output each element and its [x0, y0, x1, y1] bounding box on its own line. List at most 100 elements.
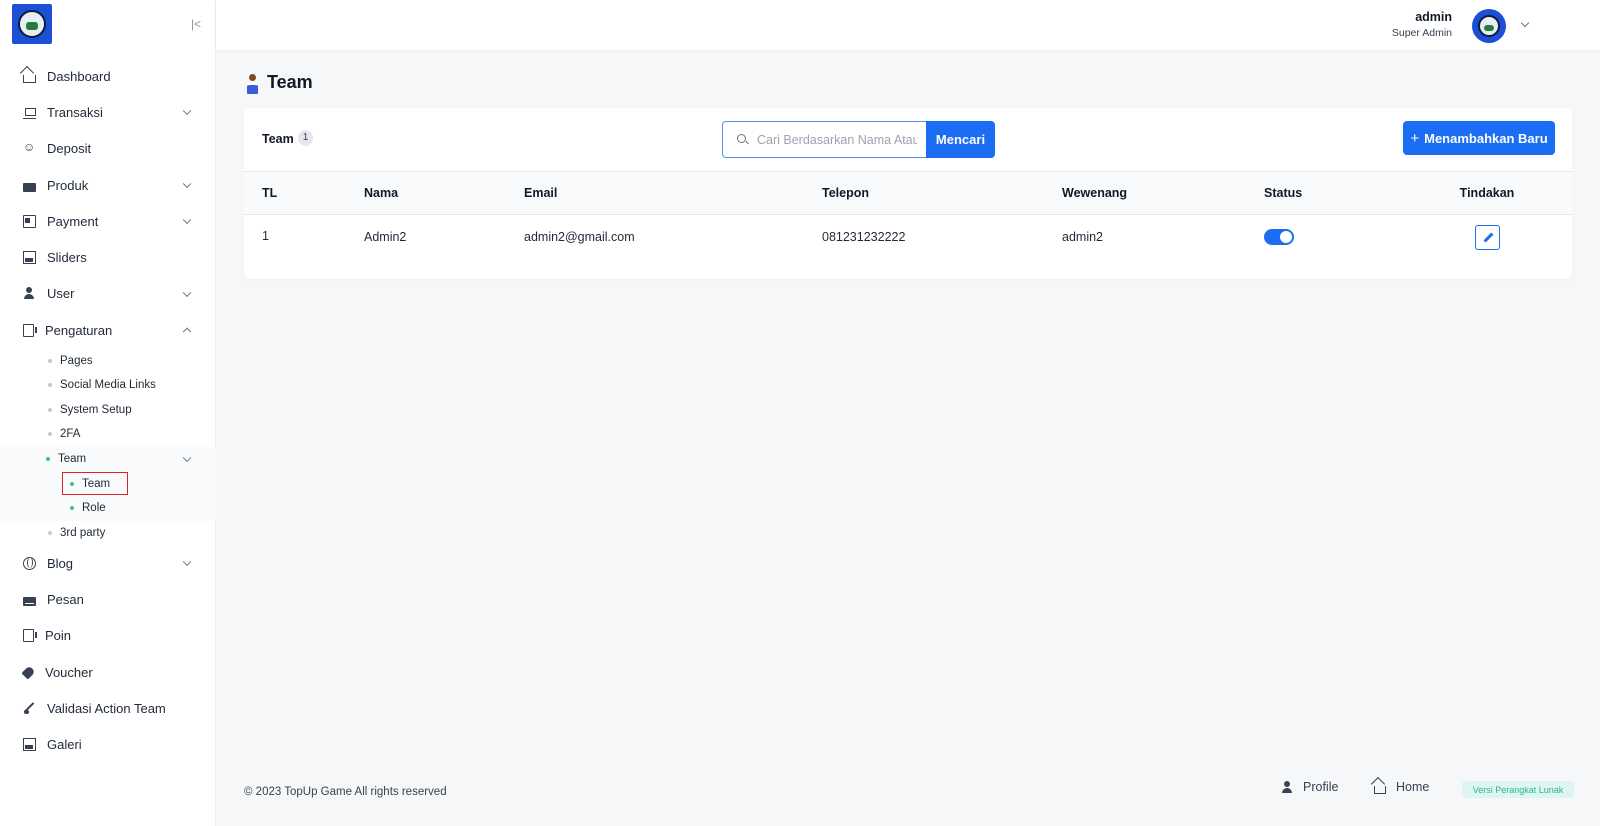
- mail-icon: [23, 597, 36, 607]
- sidebar-item-validasi-action-team[interactable]: Validasi Action Team: [0, 690, 216, 726]
- sidebar-item-label: Dashboard: [47, 68, 111, 84]
- footer-profile-label: Profile: [1303, 780, 1339, 794]
- column-header-status: Status: [1264, 185, 1303, 200]
- cell-nama: Admin2: [364, 230, 407, 245]
- sidebar-item-poin[interactable]: Poin: [0, 618, 216, 654]
- search-button[interactable]: Mencari: [926, 121, 995, 158]
- chevron-down-icon: [182, 215, 192, 225]
- card-header: Team 1 Mencari + Menambahkan Baru: [244, 108, 1572, 172]
- status-toggle[interactable]: [1264, 229, 1294, 246]
- cell-status: [1264, 214, 1452, 260]
- chevron-down-icon: [182, 557, 192, 567]
- bullet-icon: [48, 358, 52, 363]
- sidebar-item-galeri[interactable]: Galeri: [0, 727, 216, 763]
- app-logo[interactable]: [12, 4, 52, 44]
- collapse-left-icon[interactable]: |<: [188, 16, 204, 32]
- sidebar-item-produk[interactable]: Produk: [0, 167, 216, 203]
- sidebar-subitem-2fa[interactable]: 2FA: [0, 422, 216, 447]
- avatar[interactable]: [1472, 9, 1506, 43]
- bullet-icon: [48, 432, 52, 437]
- user-role: Super Admin: [1391, 27, 1452, 39]
- chevron-down-icon: [182, 179, 192, 189]
- sidebar-subitem-label: 3rd party: [60, 526, 106, 539]
- sidebar-item-label: User: [47, 286, 75, 302]
- footer-profile-link[interactable]: Profile: [1281, 780, 1338, 794]
- sidebar-item-label: Validasi Action Team: [47, 700, 166, 716]
- column-header-email: Email: [524, 185, 558, 200]
- team-card: Team 1 Mencari + Menambahkan Baru TL Nam…: [244, 108, 1572, 279]
- globe-icon: [23, 556, 36, 570]
- bullet-icon: [70, 506, 74, 511]
- count-badge: 1: [298, 130, 313, 146]
- chevron-down-icon[interactable]: [1520, 18, 1530, 28]
- column-header-tl: TL: [262, 185, 278, 200]
- card-icon: [23, 214, 36, 228]
- sidebar-item-transaksi[interactable]: Transaksi: [0, 94, 216, 130]
- search-input[interactable]: [757, 131, 917, 149]
- points-icon: [23, 629, 37, 643]
- sidebar-item-label: Deposit: [47, 141, 92, 157]
- column-header-wewenang: Wewenang: [1062, 185, 1128, 200]
- add-new-label: Menambahkan Baru: [1424, 130, 1548, 146]
- sidebar-item-payment[interactable]: Payment: [0, 203, 216, 239]
- sidebar-item-label: Poin: [45, 628, 72, 644]
- sidebar-subitem-label: System Setup: [60, 403, 132, 416]
- deposit-icon: [23, 140, 36, 155]
- sidebar-subitem-label: Team: [58, 453, 87, 466]
- sidebar-subitem-pages[interactable]: Pages: [0, 348, 216, 373]
- table-row: 1 Admin2 admin2@gmail.com 081231232222 a…: [244, 214, 1572, 260]
- cell-tindakan: [1452, 214, 1572, 260]
- sidebar-subitem-social-media-links[interactable]: Social Media Links: [0, 373, 216, 398]
- user-icon: [1281, 781, 1293, 793]
- store-icon: [23, 182, 36, 192]
- sidebar-subitem-label: Pages: [60, 354, 93, 367]
- sidebar-item-deposit[interactable]: Deposit: [0, 131, 216, 167]
- sidebar-subitem-label: 2FA: [60, 428, 81, 441]
- chevron-down-icon: [182, 106, 192, 116]
- sidebar-subsubitem-team[interactable]: Team: [0, 471, 216, 496]
- sidebar-subsubitem-role[interactable]: Role: [0, 495, 216, 521]
- user-icon: [23, 287, 36, 300]
- team-person-icon: [246, 73, 258, 94]
- add-new-button[interactable]: + Menambahkan Baru: [1403, 121, 1555, 155]
- sidebar-item-sliders[interactable]: Sliders: [0, 239, 216, 275]
- sidebar-item-label: Pengaturan: [45, 322, 113, 338]
- sidebar-item-pesan[interactable]: Pesan: [0, 581, 216, 617]
- sidebar-subitem-3rd-party[interactable]: 3rd party: [0, 521, 216, 546]
- sidebar-item-label: Payment: [47, 213, 99, 229]
- edit-button[interactable]: [1474, 224, 1500, 250]
- cell-telepon: 081231232222: [822, 230, 906, 245]
- sidebar-nav: Dashboard Transaksi Deposit Produk Payme…: [0, 58, 216, 763]
- bullet-icon: [48, 407, 52, 412]
- column-header-tindakan: Tindakan: [1459, 185, 1515, 200]
- bullet-icon: [48, 530, 52, 535]
- footer-home-link[interactable]: Home: [1374, 780, 1429, 794]
- sidebar-subitem-team[interactable]: Team: [0, 446, 216, 472]
- sidebar-item-label: Voucher: [45, 664, 93, 680]
- sidebar-subitem-system-setup[interactable]: System Setup: [0, 398, 216, 423]
- chevron-down-icon: [182, 288, 192, 297]
- toggle-knob: [1280, 231, 1292, 244]
- bullet-icon: [46, 457, 50, 462]
- bullet-icon: [70, 481, 74, 486]
- sidebar-subitem-label: Social Media Links: [60, 379, 156, 392]
- sidebar-item-blog[interactable]: Blog: [0, 545, 216, 581]
- page-title: Team: [246, 72, 313, 94]
- bullet-icon: [48, 383, 52, 388]
- sidebar-subsubitem-label: Role: [82, 502, 106, 515]
- top-header: admin Super Admin: [216, 0, 1600, 50]
- sidebar-item-pengaturan[interactable]: Pengaturan: [0, 312, 216, 348]
- brush-icon: [23, 702, 36, 715]
- page-title-text: Team: [267, 72, 313, 92]
- settings-icon: [23, 323, 37, 337]
- image-icon: [23, 251, 36, 265]
- cart-icon: [23, 106, 36, 119]
- tag-icon: [21, 665, 36, 680]
- sidebar-item-user[interactable]: User: [0, 276, 216, 312]
- table-header-row: TL Nama Email Telepon Wewenang Status Ti…: [244, 172, 1572, 214]
- chevron-down-icon: [182, 453, 192, 463]
- footer-home-label: Home: [1396, 780, 1430, 794]
- sidebar-item-voucher[interactable]: Voucher: [0, 654, 216, 690]
- column-header-nama: Nama: [364, 185, 399, 200]
- sidebar-item-dashboard[interactable]: Dashboard: [0, 58, 216, 94]
